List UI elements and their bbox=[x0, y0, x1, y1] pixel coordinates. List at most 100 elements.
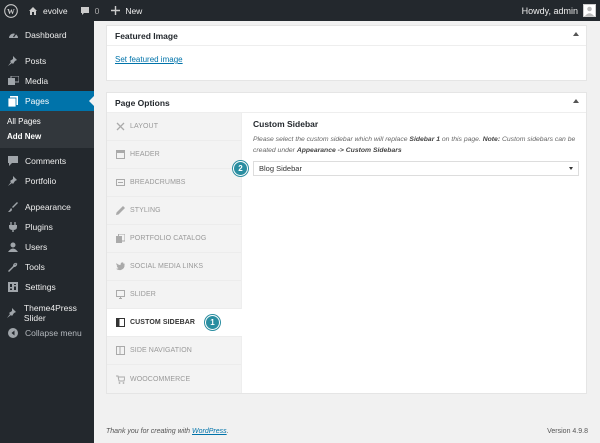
tab-label: SOCIAL MEDIA LINKS bbox=[130, 263, 204, 270]
tab-label: BREADCRUMBS bbox=[130, 179, 186, 186]
sidebar-item-label: Media bbox=[25, 76, 49, 86]
tab-breadcrumbs[interactable]: BREADCRUMBS bbox=[107, 169, 241, 197]
step-badge-1: 1 bbox=[205, 315, 221, 330]
tab-header[interactable]: HEADER bbox=[107, 141, 241, 169]
tab-label: SIDE NAVIGATION bbox=[130, 347, 192, 354]
tab-side-navigation[interactable]: SIDE NAVIGATION bbox=[107, 337, 241, 365]
comment-icon bbox=[7, 155, 19, 167]
select-value: Blog Sidebar bbox=[259, 164, 302, 173]
footer-thanks: Thank you for creating with WordPress. bbox=[106, 428, 229, 435]
tab-label: WOOCOMMERCE bbox=[130, 375, 191, 383]
admin-sidebar: Dashboard Posts Media Pages All Pages Ad… bbox=[0, 21, 94, 443]
side-nav-icon bbox=[116, 346, 125, 355]
sidebar-item-posts[interactable]: Posts bbox=[0, 51, 94, 71]
sidebar-item-label: Plugins bbox=[25, 222, 53, 232]
media-icon bbox=[7, 75, 19, 87]
tab-label: LAYOUT bbox=[130, 123, 159, 130]
custom-sidebar-panel: Custom Sidebar Please select the custom … bbox=[253, 119, 579, 156]
footer-version: Version 4.9.8 bbox=[547, 428, 588, 435]
new-label: New bbox=[125, 5, 143, 16]
wrench-icon bbox=[7, 261, 19, 273]
featured-image-header[interactable]: Featured Image bbox=[107, 26, 586, 46]
pages-icon bbox=[7, 95, 19, 107]
tab-label: SLIDER bbox=[130, 291, 156, 298]
page-options-header[interactable]: Page Options bbox=[107, 93, 586, 113]
wordpress-link[interactable]: WordPress bbox=[192, 428, 227, 435]
tab-layout[interactable]: LAYOUT bbox=[107, 113, 241, 141]
tab-label: PORTFOLIO CATALOG bbox=[130, 235, 207, 242]
current-menu-arrow bbox=[89, 96, 94, 106]
monitor-icon bbox=[116, 290, 125, 299]
wordpress-logo-icon[interactable]: W bbox=[0, 0, 22, 21]
tab-woocommerce[interactable]: WOOCOMMERCE bbox=[107, 365, 241, 393]
plug-icon bbox=[7, 221, 19, 233]
admin-bar: W evolve 0 New Howdy, admin bbox=[0, 0, 600, 21]
home-icon bbox=[29, 6, 37, 15]
collapse-arrow-icon[interactable] bbox=[573, 32, 579, 36]
tab-custom-sidebar[interactable]: CUSTOM SIDEBAR 1 bbox=[107, 309, 242, 337]
tab-portfolio-catalog[interactable]: PORTFOLIO CATALOG bbox=[107, 225, 241, 253]
comments-link[interactable]: 0 bbox=[74, 0, 106, 21]
woocommerce-icon bbox=[116, 375, 125, 384]
svg-text:W: W bbox=[7, 6, 15, 15]
my-account-link[interactable]: Howdy, admin bbox=[522, 0, 596, 21]
page-options-tabs: LAYOUT HEADER BREADCRUMBS STYLING PORTFO… bbox=[107, 113, 242, 393]
set-featured-image-link[interactable]: Set featured image bbox=[115, 55, 183, 64]
page-options-title: Page Options bbox=[115, 97, 170, 108]
pin-icon bbox=[7, 55, 19, 67]
sidebar-item-label: Portfolio bbox=[25, 176, 57, 186]
submenu-item-all-pages[interactable]: All Pages bbox=[0, 114, 94, 129]
sidebar-item-dashboard[interactable]: Dashboard bbox=[0, 25, 94, 45]
sidebar-item-label: Collapse menu bbox=[25, 328, 82, 338]
sidebar-item-settings[interactable]: Settings bbox=[0, 277, 94, 297]
sidebar-item-appearance[interactable]: Appearance bbox=[0, 197, 94, 217]
site-name-link[interactable]: evolve bbox=[22, 0, 74, 21]
howdy-label: Howdy, admin bbox=[521, 5, 578, 16]
custom-sidebar-select[interactable]: Blog Sidebar bbox=[253, 161, 579, 176]
sidebar-item-label: Dashboard bbox=[25, 30, 67, 40]
dashboard-icon bbox=[7, 29, 19, 41]
page-options-box: Page Options LAYOUT HEADER BREADCRUMBS S… bbox=[106, 92, 587, 394]
catalog-icon bbox=[116, 234, 125, 243]
tab-social-media-links[interactable]: SOCIAL MEDIA LINKS bbox=[107, 253, 241, 281]
new-content-link[interactable]: New bbox=[105, 0, 148, 21]
sidebar-item-portfolio[interactable]: Portfolio bbox=[0, 171, 94, 191]
pin-icon bbox=[7, 307, 18, 319]
sidebar-item-label: Posts bbox=[25, 56, 47, 66]
breadcrumbs-icon bbox=[116, 178, 125, 187]
site-name-label: evolve bbox=[43, 5, 68, 16]
user-icon bbox=[7, 241, 19, 253]
chevron-down-icon bbox=[569, 167, 573, 170]
tab-label: HEADER bbox=[130, 151, 160, 158]
sidebar-item-pages[interactable]: Pages bbox=[0, 91, 94, 111]
submenu-item-add-new[interactable]: Add New bbox=[0, 129, 94, 144]
sidebar-item-comments[interactable]: Comments bbox=[0, 151, 94, 171]
tab-styling[interactable]: STYLING bbox=[107, 197, 241, 225]
sidebar-item-label: Tools bbox=[25, 262, 45, 272]
header-icon bbox=[116, 150, 125, 159]
featured-image-title: Featured Image bbox=[115, 30, 178, 41]
sidebar-icon bbox=[116, 318, 125, 327]
comment-icon bbox=[80, 6, 89, 15]
sidebar-item-label: Comments bbox=[25, 156, 67, 166]
sidebar-item-users[interactable]: Users bbox=[0, 237, 94, 257]
comments-count: 0 bbox=[94, 5, 100, 16]
sidebar-item-media[interactable]: Media bbox=[0, 71, 94, 91]
collapse-icon bbox=[7, 327, 19, 339]
sidebar-item-label: Pages bbox=[25, 96, 50, 106]
sidebar-item-label: Settings bbox=[25, 282, 56, 292]
sidebar-item-theme4press-slider[interactable]: Theme4Press Slider bbox=[0, 303, 94, 323]
tab-slider[interactable]: SLIDER bbox=[107, 281, 241, 309]
sidebar-item-tools[interactable]: Tools bbox=[0, 257, 94, 277]
plus-icon bbox=[111, 6, 121, 15]
sidebar-item-label: Appearance bbox=[25, 202, 71, 212]
collapse-arrow-icon[interactable] bbox=[573, 99, 579, 103]
panel-title: Custom Sidebar bbox=[253, 119, 319, 129]
twitter-icon bbox=[116, 262, 125, 271]
pin-icon bbox=[7, 175, 19, 187]
settings-icon bbox=[7, 281, 19, 293]
sidebar-item-plugins[interactable]: Plugins bbox=[0, 217, 94, 237]
collapse-menu-button[interactable]: Collapse menu bbox=[0, 323, 94, 343]
featured-image-box: Featured Image Set featured image bbox=[106, 25, 587, 81]
avatar bbox=[583, 4, 596, 17]
